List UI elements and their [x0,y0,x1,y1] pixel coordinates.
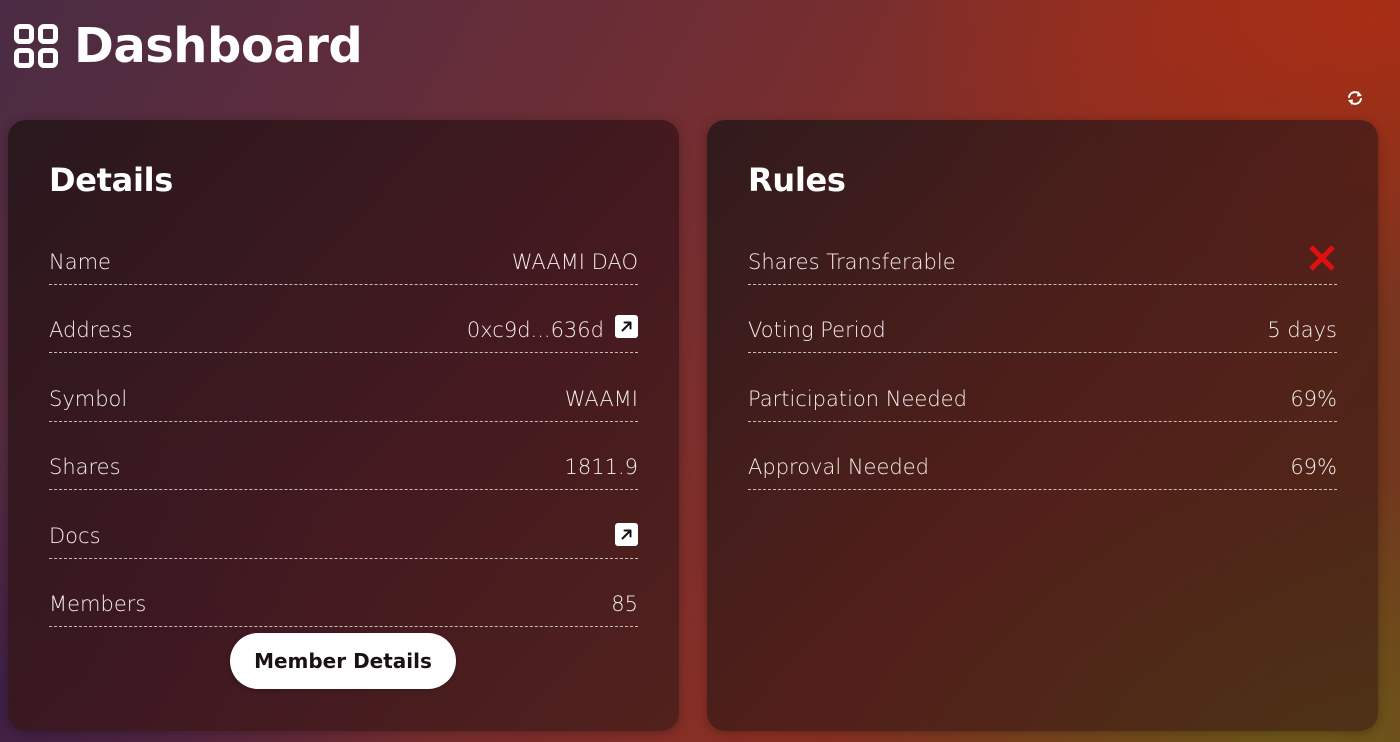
row-value: 69% [1290,386,1337,411]
row-value-container [1307,244,1337,276]
row-label: Participation Needed [748,386,967,411]
row-value: 5 days [1267,318,1337,342]
member-details-button[interactable]: Member Details [230,633,456,689]
rule-row-approval-needed: Approval Needed 69% [748,422,1337,490]
row-label: Shares Transferable [748,249,956,274]
rules-card: Rules Shares Transferable Voting Period … [707,120,1378,731]
row-value: 69% [1290,455,1337,479]
row-label: Members [49,592,147,616]
external-link-icon[interactable] [615,522,638,546]
detail-row-shares: Shares 1811.9 [49,422,638,490]
detail-row-members: Members 85 [49,559,638,627]
row-value: 85 [611,592,638,616]
row-label: Symbol [49,386,128,411]
row-value: WAAMI [564,386,638,411]
external-link-icon[interactable] [615,314,638,338]
row-label: Approval Needed [748,455,929,479]
detail-row-name: Name WAAMI DAO [49,216,638,285]
dashboard-grid-icon [14,24,58,68]
row-label: Docs [49,523,101,548]
row-value: 1811.9 [564,455,638,479]
row-value: WAAMI DAO [511,249,638,274]
page-title: Dashboard [74,18,363,74]
details-title: Details [49,161,174,199]
rules-title: Rules [748,161,846,199]
rule-row-voting-period: Voting Period 5 days [748,285,1337,353]
detail-row-address: Address 0xc9d...636d [49,285,638,353]
rule-row-participation-needed: Participation Needed 69% [748,353,1337,422]
row-label: Shares [49,455,121,479]
rule-row-shares-transferable: Shares Transferable [748,216,1337,285]
row-label: Name [49,249,111,274]
row-label: Voting Period [748,318,886,342]
row-value-container: 0xc9d...636d [466,314,638,344]
details-card: Details Name WAAMI DAO Address 0xc9d...6… [8,120,679,731]
address-value: 0xc9d...636d [466,318,604,342]
refresh-icon[interactable] [1345,88,1365,108]
page-header: Dashboard [14,14,363,78]
close-x-icon [1309,244,1335,271]
row-label: Address [49,318,133,342]
detail-row-docs: Docs [49,490,638,559]
detail-row-symbol: Symbol WAAMI [49,353,638,422]
row-value-container [615,522,638,550]
